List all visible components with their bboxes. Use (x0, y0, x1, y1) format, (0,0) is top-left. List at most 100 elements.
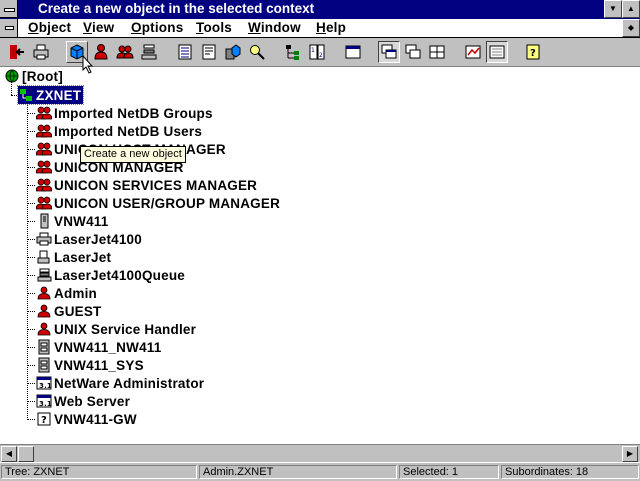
tree-item-label: VNW411_SYS (54, 357, 144, 373)
status-subordinates: Subordinates: 18 (501, 465, 639, 479)
details-icon (178, 44, 192, 60)
help-button[interactable]: ? (522, 41, 544, 63)
tree-view-button[interactable] (282, 41, 304, 63)
scroll-right-button[interactable]: ▶ (622, 446, 638, 462)
mouse-cursor-icon (82, 55, 94, 74)
scroll-left-button[interactable]: ◀ (1, 446, 17, 462)
tree-item[interactable]: VNW411_SYS (36, 356, 144, 374)
system-menu-button[interactable] (0, 0, 18, 18)
printer-icon (36, 231, 52, 247)
tree-item[interactable]: LaserJet4100 (36, 230, 142, 248)
search-button[interactable] (246, 41, 268, 63)
trustees-button[interactable] (222, 41, 244, 63)
tile-vertical-button[interactable] (426, 41, 448, 63)
chart-icon (465, 45, 481, 59)
tree-item[interactable]: LaserJet4100Queue (36, 266, 185, 284)
restore-document-button[interactable]: ◆ (622, 19, 640, 37)
queue-icon (141, 44, 157, 60)
tree-item[interactable]: UNICON USER/GROUP MANAGER (36, 194, 280, 212)
browser-button[interactable] (342, 41, 364, 63)
status-context: Admin.ZXNET (199, 465, 397, 479)
print-button[interactable] (30, 41, 52, 63)
menu-options[interactable]: Options (131, 20, 183, 35)
svg-text:?: ? (530, 48, 536, 59)
tree-root[interactable]: [Root] (4, 67, 63, 85)
tree-line (27, 185, 35, 186)
menu-view[interactable]: View (83, 20, 114, 35)
tree-line (27, 221, 35, 222)
tree-item[interactable]: Admin (36, 284, 97, 302)
status-bar: Tree: ZXNET Admin.ZXNET Selected: 1 Subo… (0, 462, 640, 481)
tree-line (27, 104, 28, 418)
tree-line (27, 275, 35, 276)
cascade-icon (381, 44, 397, 59)
user-icon (36, 285, 52, 301)
tree-item[interactable]: 3.1 Web Server (36, 392, 130, 410)
sort-button[interactable]: 12 (306, 41, 328, 63)
scroll-thumb[interactable] (18, 446, 34, 462)
svg-text:1: 1 (311, 47, 315, 54)
globe-icon (4, 68, 20, 84)
rights-button[interactable] (198, 41, 220, 63)
directory-tree[interactable]: [Root] ZXNET Imported NetDB Groups Import… (0, 67, 640, 444)
tree-line (27, 365, 35, 366)
partition-button[interactable] (486, 41, 508, 63)
horizontal-scrollbar[interactable]: ◀ ▶ (0, 444, 640, 462)
tree-item[interactable]: UNIX Service Handler (36, 320, 196, 338)
status-tree: Tree: ZXNET (1, 465, 197, 479)
tree-item[interactable]: Imported NetDB Groups (36, 104, 213, 122)
maximize-button[interactable]: ▲ (622, 0, 640, 18)
tree-item[interactable]: UNICON SERVICES MANAGER (36, 176, 257, 194)
tree-item-label: UNIX Service Handler (54, 321, 197, 337)
title-bar: Create a new object in the selected cont… (0, 0, 640, 19)
chart-button[interactable] (462, 41, 484, 63)
menu-window[interactable]: Window (248, 20, 301, 35)
tree-item-label: VNW411_NW411 (54, 339, 162, 355)
tree-line (27, 329, 35, 330)
rights-icon (202, 44, 216, 60)
create-queue-button[interactable] (138, 41, 160, 63)
tree-item-label: Imported NetDB Groups (54, 105, 213, 121)
tooltip: Create a new object (80, 146, 186, 163)
application-icon: 3.1 (36, 375, 52, 391)
print-icon (33, 44, 49, 60)
tree-item[interactable]: VNW411_NW411 (36, 338, 161, 356)
group-icon (36, 141, 52, 157)
user-icon (36, 303, 52, 319)
cascade-button[interactable] (378, 41, 400, 63)
tree-line (27, 203, 35, 204)
tree-item-label: UNICON USER/GROUP MANAGER (54, 195, 281, 211)
details-button[interactable] (174, 41, 196, 63)
tile-horizontal-button[interactable] (402, 41, 424, 63)
document-system-menu-button[interactable] (0, 19, 18, 37)
tree-line (27, 383, 35, 384)
menu-tools[interactable]: Tools (196, 20, 232, 35)
tree-node-zxnet[interactable]: ZXNET (16, 85, 85, 105)
tree-item[interactable]: 3.1 NetWare Administrator (36, 374, 204, 392)
menu-object[interactable]: Object (28, 20, 71, 35)
tree-item-label: NetWare Administrator (54, 375, 205, 391)
group-icon (36, 159, 52, 175)
tree-item-label: VNW411 (54, 213, 109, 229)
minimize-button[interactable]: ▼ (604, 0, 622, 18)
tree-item[interactable]: LaserJet (36, 248, 111, 266)
tree-line (27, 401, 35, 402)
trustees-icon (225, 44, 241, 60)
tree-item-label: LaserJet4100 (54, 231, 142, 247)
tree-item-label: LaserJet (54, 249, 112, 265)
group-icon (36, 123, 52, 139)
menu-bar: Object View Options Tools Window Help ◆ (0, 19, 640, 38)
tree-line (27, 347, 35, 348)
tree-item-label: GUEST (54, 303, 102, 319)
menu-help[interactable]: Help (316, 20, 346, 35)
exit-button[interactable] (6, 41, 28, 63)
tree-item[interactable]: Imported NetDB Users (36, 122, 202, 140)
tree-item[interactable]: GUEST (36, 302, 102, 320)
tree-item[interactable]: ? VNW411-GW (36, 410, 137, 428)
tree-line (27, 149, 35, 150)
tree-line (27, 419, 35, 420)
tree-icon (286, 45, 299, 60)
create-group-button[interactable] (114, 41, 136, 63)
tree-item-label: VNW411-GW (54, 411, 137, 427)
tree-item[interactable]: VNW411 (36, 212, 108, 230)
